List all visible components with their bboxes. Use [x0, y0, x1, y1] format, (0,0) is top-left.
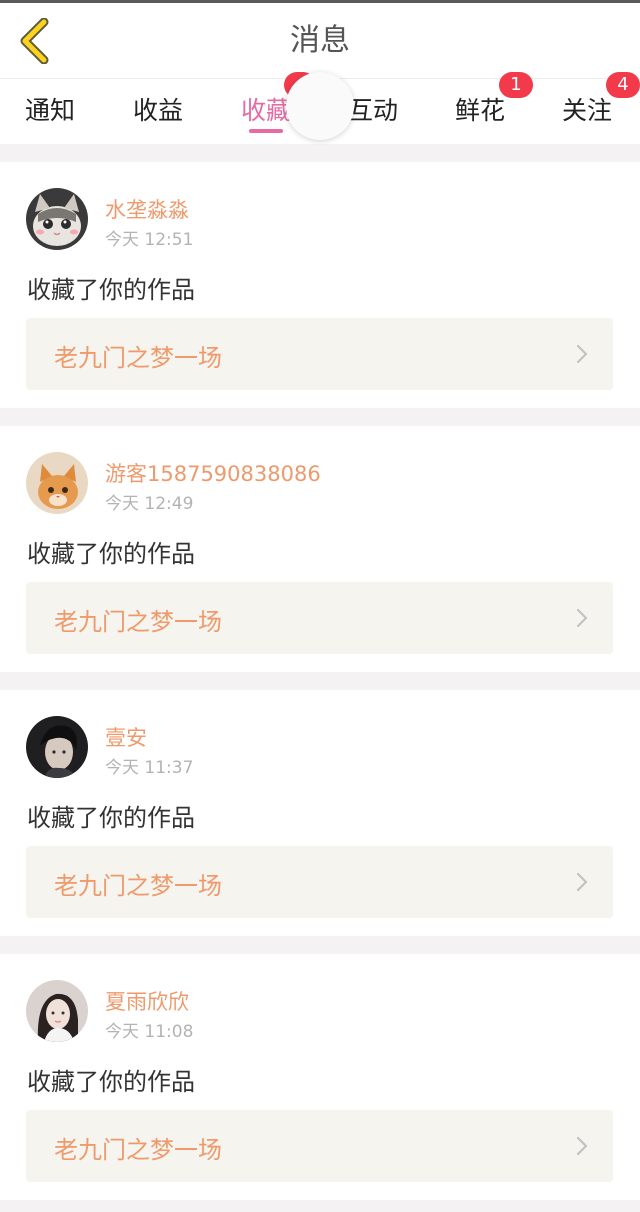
girl-avatar-icon — [26, 980, 88, 1042]
avatar[interactable] — [26, 716, 88, 778]
list-item: 壹安 今天 11:37 收藏了你的作品 老九门之梦一场 — [0, 690, 640, 936]
username[interactable]: 夏雨欣欣 — [105, 986, 189, 1016]
work-link[interactable]: 老九门之梦一场 — [26, 1110, 613, 1182]
action-text: 收藏了你的作品 — [27, 1068, 195, 1096]
cat-avatar-icon — [26, 188, 88, 250]
active-tab-indicator — [249, 129, 283, 133]
username[interactable]: 游客1587590838086 — [105, 458, 321, 488]
avatar[interactable] — [26, 188, 88, 250]
work-link[interactable]: 老九门之梦一场 — [26, 846, 613, 918]
kitten-avatar-icon — [26, 452, 88, 514]
timestamp: 今天 11:37 — [105, 758, 194, 778]
tab-following[interactable]: 关注 4 — [530, 72, 640, 144]
tab-notifications[interactable]: 通知 — [0, 79, 106, 144]
tab-earnings[interactable]: 收益 — [106, 79, 212, 144]
username[interactable]: 水垄淼淼 — [105, 194, 189, 224]
timestamp: 今天 12:51 — [105, 230, 194, 250]
action-text: 收藏了你的作品 — [27, 540, 195, 568]
tab-label: 收藏 — [241, 96, 292, 125]
work-link[interactable]: 老九门之梦一场 — [26, 582, 613, 654]
chevron-right-icon — [576, 344, 588, 364]
chevron-right-icon — [576, 872, 588, 892]
touch-indicator — [286, 72, 354, 140]
tab-label: 互动 — [348, 96, 399, 125]
tab-label: 鲜花 — [455, 96, 506, 125]
nav-header: 消息 — [0, 3, 640, 79]
timestamp: 今天 11:08 — [105, 1022, 194, 1042]
tab-label: 收益 — [133, 96, 184, 125]
work-title: 老九门之梦一场 — [54, 344, 222, 372]
username[interactable]: 壹安 — [105, 722, 147, 752]
action-text: 收藏了你的作品 — [27, 804, 195, 832]
person-avatar-icon — [26, 716, 88, 778]
chevron-right-icon — [576, 1136, 588, 1156]
tab-flowers[interactable]: 鲜花 1 — [424, 72, 533, 144]
work-title: 老九门之梦一场 — [54, 872, 222, 900]
work-title: 老九门之梦一场 — [54, 608, 222, 636]
chevron-right-icon — [576, 608, 588, 628]
tab-label: 关注 — [562, 96, 613, 125]
list-item: 水垄淼淼 今天 12:51 收藏了你的作品 老九门之梦一场 — [0, 162, 640, 408]
list-item: 夏雨欣欣 今天 11:08 收藏了你的作品 老九门之梦一场 — [0, 954, 640, 1200]
avatar[interactable] — [26, 452, 88, 514]
tab-badge: 4 — [606, 72, 640, 98]
tab-label: 通知 — [25, 96, 76, 125]
back-button[interactable] — [10, 15, 58, 67]
timestamp: 今天 12:49 — [105, 494, 194, 514]
work-link[interactable]: 老九门之梦一场 — [26, 318, 613, 390]
tab-badge: 1 — [499, 72, 533, 98]
list-item: 游客1587590838086 今天 12:49 收藏了你的作品 老九门之梦一场 — [0, 426, 640, 672]
chevron-left-icon — [20, 18, 49, 64]
action-text: 收藏了你的作品 — [27, 276, 195, 304]
work-title: 老九门之梦一场 — [54, 1136, 222, 1164]
page-title: 消息 — [290, 23, 350, 58]
avatar[interactable] — [26, 980, 88, 1042]
